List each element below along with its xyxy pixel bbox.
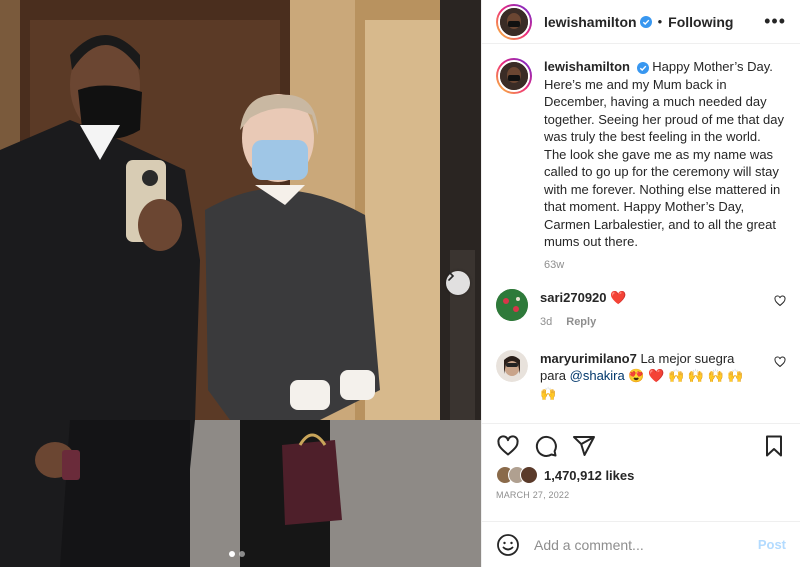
following-button[interactable]: Following — [668, 14, 733, 30]
carousel-dot — [239, 551, 245, 557]
caption-text: lewishamilton Happy Mother’s Day. Here’s… — [544, 58, 786, 251]
post-comment-button[interactable]: Post — [758, 537, 786, 552]
bookmark-icon[interactable] — [762, 434, 786, 458]
comment-like-heart-icon[interactable] — [774, 294, 786, 307]
comments-list: lewishamilton Happy Mother’s Day. Here’s… — [482, 44, 800, 423]
carousel-indicator — [229, 551, 245, 557]
comment-item: maryurimilano7 La mejor suegra para @sha… — [496, 349, 786, 403]
comment-icon[interactable] — [534, 434, 558, 458]
post-date[interactable]: MARCH 27, 2022 — [496, 490, 786, 500]
heart-icon[interactable] — [496, 434, 520, 458]
caption-username[interactable]: lewishamilton — [544, 59, 630, 74]
reply-button[interactable]: Reply — [566, 314, 596, 332]
avatar-image — [496, 349, 528, 382]
carousel-dot-active — [229, 551, 235, 557]
add-comment-bar: Post — [482, 521, 800, 567]
post-actions: 1,470,912 likes MARCH 27, 2022 — [482, 423, 800, 521]
comment-text: ❤️ — [610, 289, 627, 305]
comment-username[interactable]: sari270920 — [540, 290, 607, 305]
chevron-right-icon — [448, 271, 455, 281]
avatar-image — [500, 62, 528, 90]
verified-badge-icon — [636, 61, 649, 74]
likes-summary[interactable]: 1,470,912 likes — [496, 466, 786, 484]
verified-badge-icon — [639, 15, 652, 28]
comment-avatar[interactable] — [496, 288, 528, 321]
post-photo[interactable] — [0, 0, 481, 567]
avatar-image — [500, 7, 528, 36]
header-separator: • — [657, 14, 663, 29]
comment-username[interactable]: maryurimilano7 — [540, 351, 637, 366]
comment-like-heart-icon[interactable] — [774, 355, 786, 368]
post-side-panel: lewishamilton • Following ••• lewishamil… — [481, 0, 800, 567]
comment-item: sari270920 ❤️ 3d Reply — [496, 288, 786, 332]
caption-avatar[interactable] — [496, 58, 532, 94]
photo-image — [0, 0, 481, 567]
emoji-icon[interactable] — [496, 533, 520, 557]
author-username[interactable]: lewishamilton — [544, 14, 637, 30]
avatar-image — [496, 288, 528, 321]
post-modal: lewishamilton • Following ••• lewishamil… — [0, 0, 800, 567]
post-header: lewishamilton • Following ••• — [482, 0, 800, 44]
next-photo-button[interactable] — [446, 271, 470, 295]
likes-count[interactable]: 1,470,912 likes — [544, 468, 634, 483]
comment-age: 3d — [540, 316, 553, 328]
comment-input[interactable] — [534, 536, 758, 553]
more-options-icon[interactable]: ••• — [764, 11, 786, 32]
comment-avatar[interactable] — [496, 349, 528, 382]
caption-age: 63w — [544, 258, 565, 271]
author-avatar[interactable] — [496, 3, 532, 40]
caption-body: Happy Mother’s Day. Here’s me and my Mum… — [544, 59, 784, 249]
liker-avatar — [520, 466, 538, 484]
caption: lewishamilton Happy Mother’s Day. Here’s… — [496, 58, 786, 251]
mention-link[interactable]: @shakira — [570, 368, 625, 383]
share-icon[interactable] — [572, 434, 596, 458]
